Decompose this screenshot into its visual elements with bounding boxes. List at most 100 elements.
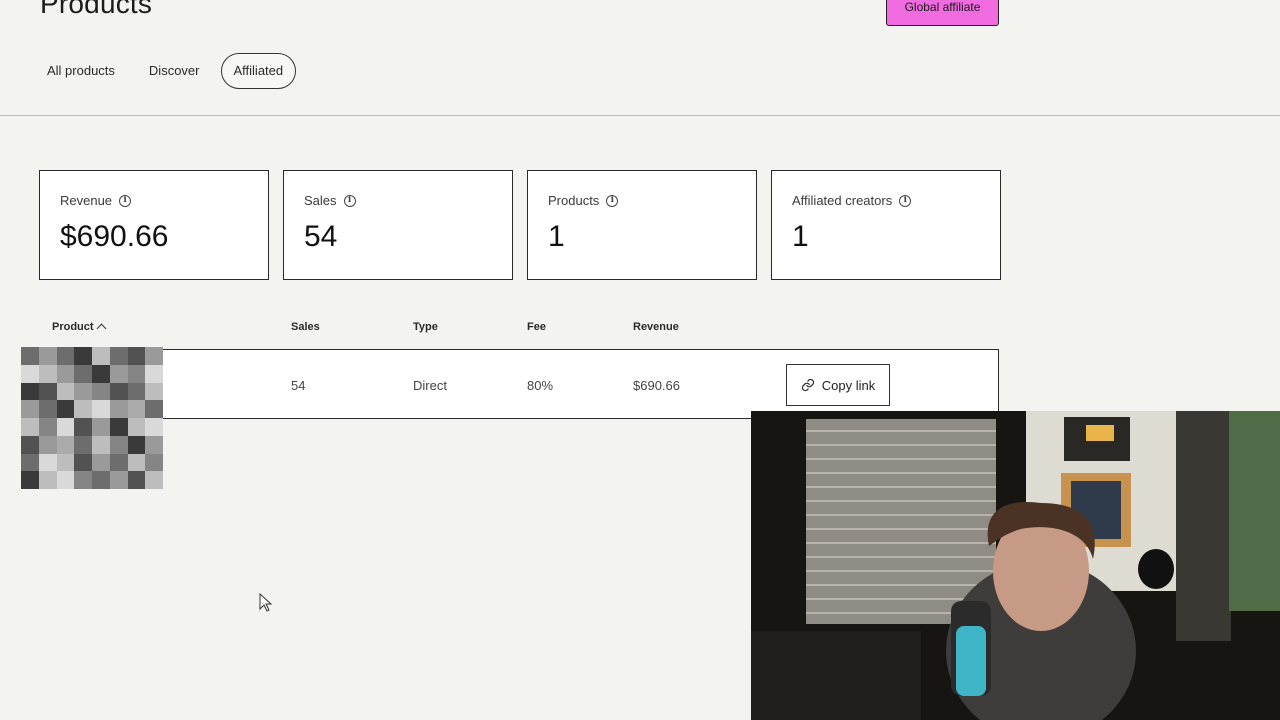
stat-card-revenue: Revenue i $690.66	[39, 170, 269, 280]
tab-affiliated[interactable]: Affiliated	[220, 53, 297, 89]
table-row[interactable]: 54 Direct 80% $690.66 Copy link	[38, 349, 999, 419]
stats-row: Revenue i $690.66 Sales i 54 Products i 1 A…	[39, 170, 1001, 280]
thumbnail-pixel	[74, 347, 92, 365]
info-icon[interactable]: i	[606, 194, 619, 207]
thumbnail-pixel	[74, 453, 92, 472]
thumbnail-pixel	[92, 364, 110, 383]
thumbnail-pixel	[145, 382, 163, 401]
page-title: Products	[40, 0, 153, 19]
thumbnail-pixel	[56, 347, 75, 365]
thumbnail-pixel	[56, 453, 75, 472]
thumbnail-pixel	[21, 382, 39, 401]
cell-sales: 54	[291, 378, 306, 393]
thumbnail-pixel	[145, 400, 163, 418]
stat-label: Sales	[304, 193, 337, 208]
mouse-cursor-icon	[259, 593, 273, 612]
thumbnail-pixel	[21, 347, 39, 365]
thumbnail-pixel	[109, 400, 128, 418]
thumbnail-pixel	[92, 435, 110, 454]
product-thumbnail[interactable]	[21, 347, 163, 489]
thumbnail-pixel	[92, 453, 110, 472]
header-divider	[0, 115, 1280, 116]
thumbnail-pixel	[56, 364, 75, 383]
stat-card-affiliated-creators: Affiliated creators i 1	[771, 170, 1001, 280]
thumbnail-pixel	[92, 418, 110, 436]
column-label: Product	[52, 321, 94, 333]
thumbnail-pixel	[127, 418, 146, 436]
stat-card-sales: Sales i 54	[283, 170, 513, 280]
stat-value: $690.66	[60, 220, 169, 253]
thumbnail-pixel	[109, 347, 128, 365]
stat-label: Affiliated creators	[792, 193, 893, 208]
thumbnail-pixel	[74, 364, 92, 383]
global-affiliate-button[interactable]: Global affiliate	[886, 0, 999, 26]
thumbnail-pixel	[21, 471, 39, 489]
thumbnail-pixel	[127, 435, 146, 454]
thumbnail-pixel	[145, 453, 163, 472]
thumbnail-pixel	[92, 471, 110, 489]
thumbnail-pixel	[56, 400, 75, 418]
cell-fee: 80%	[527, 378, 554, 393]
column-header-revenue[interactable]: Revenue	[633, 321, 679, 333]
thumbnail-pixel	[127, 453, 146, 472]
thumbnail-pixel	[56, 435, 75, 454]
thumbnail-pixel	[74, 418, 92, 436]
thumbnail-pixel	[127, 400, 146, 418]
thumbnail-pixel	[127, 382, 146, 401]
thumbnail-pixel	[56, 471, 75, 489]
info-icon[interactable]: i	[119, 194, 132, 207]
thumbnail-pixel	[38, 364, 57, 383]
thumbnail-pixel	[38, 400, 57, 418]
chevron-up-icon	[96, 323, 107, 334]
column-header-product[interactable]: Product	[52, 321, 107, 334]
link-icon	[801, 378, 814, 392]
thumbnail-pixel	[38, 435, 57, 454]
stat-label: Revenue	[60, 193, 113, 208]
thumbnail-pixel	[145, 435, 163, 454]
thumbnail-pixel	[21, 435, 39, 454]
thumbnail-pixel	[21, 364, 39, 383]
thumbnail-pixel	[145, 418, 163, 436]
copy-link-label: Copy link	[821, 377, 876, 393]
thumbnail-pixel	[109, 382, 128, 401]
column-header-type[interactable]: Type	[413, 321, 438, 333]
copy-link-button[interactable]: Copy link	[786, 364, 890, 406]
tab-discover[interactable]: Discover	[136, 53, 213, 89]
tabs: All products Discover Affiliated	[34, 53, 297, 89]
thumbnail-pixel	[38, 347, 57, 365]
thumbnail-pixel	[145, 364, 163, 383]
thumbnail-pixel	[74, 382, 92, 401]
column-header-fee[interactable]: Fee	[527, 321, 546, 333]
stat-value: 54	[304, 220, 338, 253]
stat-value: 1	[792, 220, 809, 253]
thumbnail-pixel	[145, 347, 163, 365]
stat-value: 1	[548, 220, 565, 253]
column-header-sales[interactable]: Sales	[291, 321, 320, 333]
thumbnail-pixel	[74, 435, 92, 454]
stat-label: Products	[548, 193, 600, 208]
thumbnail-pixel	[145, 471, 163, 489]
tab-all-products[interactable]: All products	[34, 53, 128, 89]
thumbnail-pixel	[92, 347, 110, 365]
thumbnail-pixel	[127, 471, 146, 489]
thumbnail-pixel	[56, 418, 75, 436]
thumbnail-pixel	[109, 418, 128, 436]
thumbnail-pixel	[74, 471, 92, 489]
thumbnail-pixel	[38, 418, 57, 436]
thumbnail-pixel	[21, 418, 39, 436]
thumbnail-pixel	[38, 453, 57, 472]
thumbnail-pixel	[127, 364, 146, 383]
thumbnail-pixel	[92, 400, 110, 418]
thumbnail-pixel	[92, 382, 110, 401]
thumbnail-pixel	[38, 471, 57, 489]
info-icon[interactable]: i	[899, 194, 912, 207]
thumbnail-pixel	[127, 347, 146, 365]
webcam-image	[751, 411, 1280, 720]
thumbnail-pixel	[56, 382, 75, 401]
thumbnail-pixel	[21, 400, 39, 418]
thumbnail-pixel	[109, 471, 128, 489]
stat-card-products: Products i 1	[527, 170, 757, 280]
info-icon[interactable]: i	[343, 194, 356, 207]
thumbnail-pixel	[38, 382, 57, 401]
thumbnail-pixel	[21, 453, 39, 472]
